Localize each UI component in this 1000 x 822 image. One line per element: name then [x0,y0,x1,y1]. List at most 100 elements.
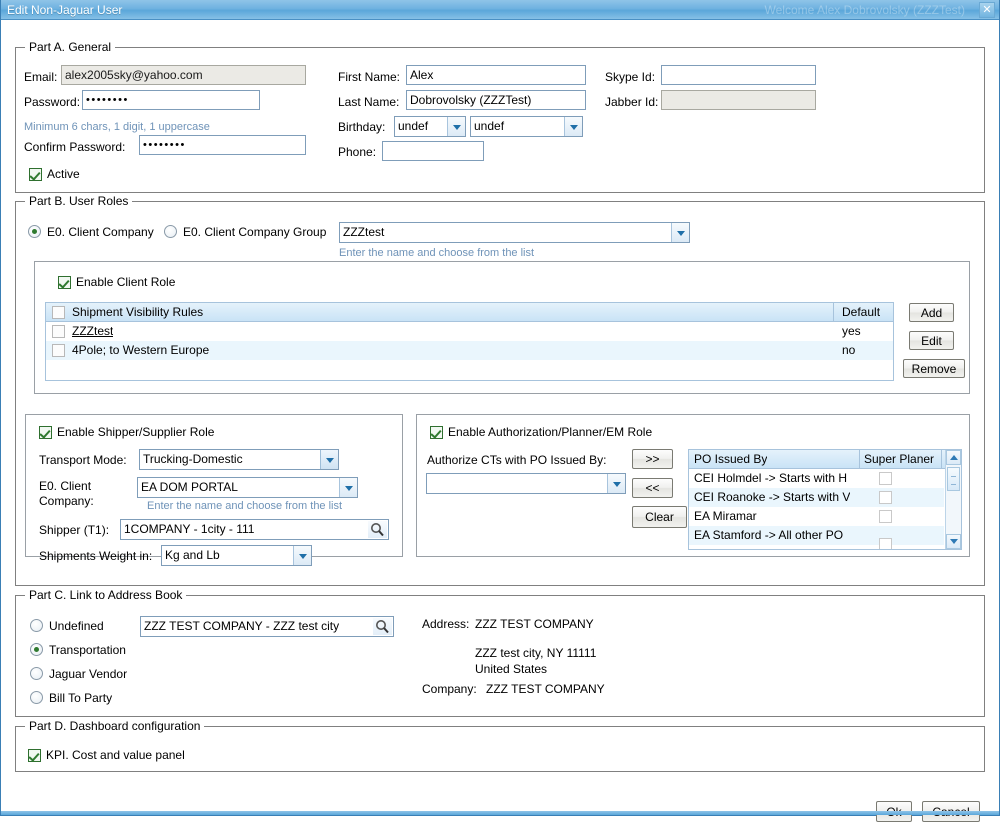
table-row[interactable]: ZZZtest yes [46,322,893,341]
rules-col-name: Shipment Visibility Rules [72,305,204,319]
chevron-down-icon[interactable] [320,450,338,469]
po-col-super-planer: Super Planer [864,452,935,466]
dialog-title-bar: Edit Non-Jaguar User Welcome Alex Dobrov… [1,0,999,20]
po-name: EA Miramar [694,509,757,523]
rules-select-all-checkbox[interactable] [52,306,65,319]
chevron-down-icon[interactable] [564,117,582,136]
radio-jaguar-vendor[interactable] [30,667,43,680]
last-name-field[interactable]: Dobrovolsky (ZZZTest) [406,90,586,110]
scrollbar-thumb[interactable] [947,467,960,491]
rule-name: 4Pole; to Western Europe [72,343,210,357]
chevron-down-icon[interactable] [293,546,311,565]
active-checkbox[interactable] [29,168,42,181]
edit-button[interactable]: Edit [909,331,954,350]
shipments-weight-select[interactable]: Kg and Lb [161,545,312,566]
po-name: CEI Holmdel -> Starts with H [694,471,848,485]
super-planer-checkbox[interactable] [879,472,892,485]
enable-shipper-role-checkbox[interactable] [39,426,52,439]
window-bottom-accent [1,811,999,815]
skype-id-label: Skype Id: [605,70,656,84]
first-name-field[interactable]: Alex [406,65,586,85]
scroll-up-icon[interactable] [946,450,961,465]
table-row[interactable]: EA Stamford -> All other PO [689,526,944,549]
address-book-search-field[interactable]: ZZZ TEST COMPANY - ZZZ test city [140,616,394,637]
radio-client-company-group[interactable] [164,225,177,238]
enable-auth-role-label: Enable Authorization/Planner/EM Role [448,425,653,439]
part-d-legend: Part D. Dashboard configuration [25,719,205,733]
enable-auth-role-checkbox[interactable] [430,426,443,439]
radio-jaguar-vendor-label: Jaguar Vendor [49,667,128,681]
rule-default: yes [842,324,861,338]
active-label: Active [47,167,80,181]
birthday-day-select[interactable]: undef [470,116,583,137]
table-row[interactable]: EA Miramar [689,507,944,526]
first-name-label: First Name: [338,70,401,84]
search-icon[interactable] [368,521,387,538]
confirm-password-field[interactable]: •••••••• [139,135,306,155]
transport-mode-select[interactable]: Trucking-Domestic [139,449,339,470]
radio-client-company-label: E0. Client Company [47,225,154,239]
authorize-cts-select[interactable] [426,473,626,494]
table-row[interactable]: CEI Roanoke -> Starts with V [689,488,944,507]
super-planer-checkbox[interactable] [879,491,892,504]
rules-col-default: Default [842,305,881,319]
part-a-legend: Part A. General [25,40,116,54]
part-d-dashboard: Part D. Dashboard configuration KPI. Cos… [15,719,985,772]
shipper-client-company-label-line2: Company: [39,494,94,508]
super-planer-checkbox[interactable] [879,538,892,549]
chevron-down-icon[interactable] [447,117,465,136]
clear-button[interactable]: Clear [632,506,687,528]
rule-row-checkbox[interactable] [52,344,65,357]
radio-transportation[interactable] [30,643,43,656]
address-line-3: United States [475,662,548,676]
kpi-panel-checkbox[interactable] [28,749,41,762]
scroll-down-icon[interactable] [946,534,961,549]
radio-client-company[interactable] [28,225,41,238]
table-row[interactable]: 4Pole; to Western Europe no [46,341,893,360]
client-company-hint: Enter the name and choose from the list [339,247,535,259]
password-hint: Minimum 6 chars, 1 digit, 1 uppercase [24,121,210,133]
company-value: ZZZ TEST COMPANY [486,682,605,696]
shipper-t1-field[interactable]: 1COMPANY - 1city - 111 [120,519,389,540]
email-field[interactable]: alex2005sky@yahoo.com [61,65,306,85]
radio-bill-to-party-label: Bill To Party [49,691,113,705]
rule-name: ZZZtest [72,324,114,338]
skype-id-field[interactable] [661,65,816,85]
rule-default: no [842,343,856,357]
close-icon[interactable]: ✕ [979,2,995,18]
rule-row-checkbox[interactable] [52,325,65,338]
transport-mode-label: Transport Mode: [39,453,127,467]
remove-button[interactable]: Remove [903,359,965,378]
chevron-down-icon[interactable] [671,223,689,242]
search-icon[interactable] [373,618,392,635]
part-c-address-book: Part C. Link to Address Book Undefined T… [15,588,985,717]
radio-transportation-label: Transportation [49,643,126,657]
super-planer-checkbox[interactable] [879,510,892,523]
address-line-1: ZZZ TEST COMPANY [475,617,594,631]
radio-undefined[interactable] [30,619,43,632]
add-button[interactable]: Add [909,303,954,322]
radio-bill-to-party[interactable] [30,691,43,704]
kpi-panel-label: KPI. Cost and value panel [46,748,185,762]
dialog-body: Part A. General Email: alex2005sky@yahoo… [1,20,999,822]
move-left-button[interactable]: << [632,478,673,498]
po-issued-by-table: PO Issued By Super Planer CEI Holmdel ->… [688,449,962,550]
address-line-2: ZZZ test city, NY 11111 [475,646,597,660]
chevron-down-icon[interactable] [339,478,357,497]
client-company-value: ZZZtest [343,225,385,239]
po-table-scrollbar[interactable] [945,450,961,549]
table-row[interactable]: CEI Holmdel -> Starts with H [689,469,944,488]
client-company-select[interactable]: ZZZtest [339,222,690,243]
shipper-client-company-select[interactable]: EA DOM PORTAL [137,477,358,498]
phone-field[interactable] [382,141,484,161]
birthday-label: Birthday: [338,120,386,134]
enable-client-role-checkbox[interactable] [58,276,71,289]
chevron-down-icon[interactable] [607,474,625,493]
move-right-button[interactable]: >> [632,449,673,469]
birthday-month-select[interactable]: undef [394,116,466,137]
authorize-cts-label: Authorize CTs with PO Issued By: [427,453,607,467]
shipments-weight-value: Kg and Lb [165,548,220,562]
password-field[interactable]: •••••••• [82,90,260,110]
shipper-t1-value: 1COMPANY - 1city - 111 [124,522,255,536]
jabber-id-field [661,90,816,110]
